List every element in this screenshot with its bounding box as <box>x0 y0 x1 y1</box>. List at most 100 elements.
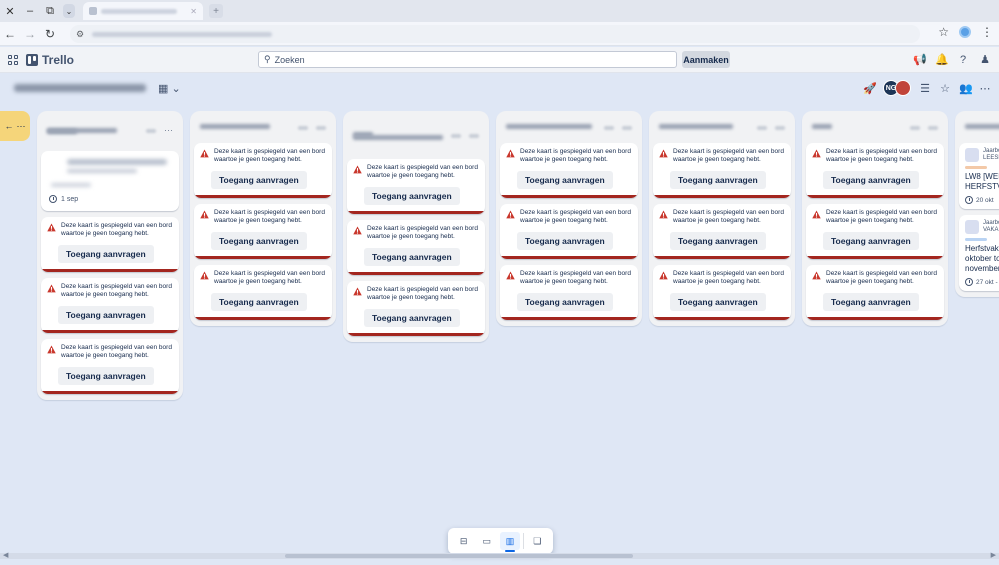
scroll-left-icon[interactable]: ◀ <box>3 551 8 559</box>
address-bar[interactable]: ⚙ <box>70 25 920 43</box>
list-title-redacted[interactable] <box>506 123 592 129</box>
account-icon[interactable]: ♟ <box>979 53 991 66</box>
mirrored-card[interactable]: Deze kaart is gespiegeld van een bord wa… <box>347 220 485 275</box>
mirrored-card[interactable]: Deze kaart is gespiegeld van een bord wa… <box>194 143 332 198</box>
mirror-message: Deze kaart is gespiegeld van een bord wa… <box>214 270 325 285</box>
request-access-button[interactable]: Toegang aanvragen <box>823 232 919 250</box>
request-access-button[interactable]: Toegang aanvragen <box>670 232 766 250</box>
help-icon[interactable]: ? <box>957 54 969 66</box>
request-access-button[interactable]: Toegang aanvragen <box>517 293 613 311</box>
create-button[interactable]: Aanmaken <box>682 51 730 68</box>
request-access-button[interactable]: Toegang aanvragen <box>364 187 460 205</box>
list-title-redacted[interactable] <box>965 123 999 129</box>
app-switcher-icon[interactable] <box>8 54 18 65</box>
card-thumbnail <box>965 148 979 162</box>
warning-icon <box>659 271 668 280</box>
collapsed-list[interactable]: ← ⋯ <box>0 111 30 141</box>
list-column[interactable]: Deze kaart is gespiegeld van een bord wa… <box>802 111 948 326</box>
board-title-redacted[interactable] <box>14 84 146 92</box>
mirrored-card[interactable]: Deze kaart is gespiegeld van een bord wa… <box>194 204 332 259</box>
mirrored-card[interactable]: Deze kaart is gespiegeld van een bord wa… <box>653 204 791 259</box>
scrollbar-thumb[interactable] <box>285 554 633 558</box>
board-view-icon[interactable]: ▥ <box>499 532 520 552</box>
browser-tab-active[interactable]: ✕ <box>83 2 203 20</box>
bookmark-star-icon[interactable]: ☆ <box>938 25 949 39</box>
window-restore-icon[interactable]: ⧉ <box>41 2 59 20</box>
trello-logo[interactable]: Trello <box>26 53 74 67</box>
tab-search-icon[interactable]: ⌄ <box>63 4 75 18</box>
list-column[interactable]: ⋯ 1 sep Deze kaart is gespiegeld van een… <box>37 111 183 400</box>
card[interactable]: 1 sep <box>41 151 179 211</box>
board-menu-icon[interactable]: ⋯ <box>979 82 991 95</box>
mirrored-card[interactable]: Deze kaart is gespiegeld van een bord wa… <box>500 265 638 320</box>
request-access-button[interactable]: Toegang aanvragen <box>670 293 766 311</box>
search-placeholder: Zoeken <box>274 54 305 65</box>
request-access-button[interactable]: Toegang aanvragen <box>364 309 460 327</box>
mirrored-card[interactable]: Deze kaart is gespiegeld van een bord wa… <box>347 159 485 214</box>
request-access-button[interactable]: Toegang aanvragen <box>211 232 307 250</box>
mirrored-card[interactable]: Deze kaart is gespiegeld van een bord wa… <box>41 278 179 333</box>
site-info-icon[interactable]: ⚙ <box>76 29 84 40</box>
horizontal-scrollbar[interactable]: ◀ ▶ <box>0 551 999 559</box>
request-access-button[interactable]: Toegang aanvragen <box>211 171 307 189</box>
scroll-right-icon[interactable]: ▶ <box>991 551 996 559</box>
request-access-button[interactable]: Toegang aanvragen <box>823 171 919 189</box>
browser-menu-icon[interactable]: ⋮ <box>981 25 993 39</box>
card-title: Herfstvak oktober to november <box>965 244 999 273</box>
request-access-button[interactable]: Toegang aanvragen <box>58 367 154 385</box>
list-column[interactable]: Deze kaart is gespiegeld van een bord wa… <box>496 111 642 326</box>
request-access-button[interactable]: Toegang aanvragen <box>58 245 154 263</box>
list-column[interactable]: Jaarbo LEESP LW8 [WEE HERFSTVA 20 okt Ja… <box>955 111 999 297</box>
filter-icon[interactable]: ☰ <box>919 82 931 95</box>
request-access-button[interactable]: Toegang aanvragen <box>58 306 154 324</box>
window-close-icon[interactable]: ✕ <box>1 2 19 20</box>
list-menu-icon[interactable]: ⋯ <box>17 121 26 132</box>
list-column[interactable]: Deze kaart is gespiegeld van een bord wa… <box>649 111 795 326</box>
board-view-switcher[interactable]: ▦ ⌄ <box>158 82 181 95</box>
card[interactable]: Jaarbo LEESP LW8 [WEE HERFSTVA 20 okt <box>959 143 999 209</box>
request-access-button[interactable]: Toegang aanvragen <box>211 293 307 311</box>
mirrored-card[interactable]: Deze kaart is gespiegeld van een bord wa… <box>500 143 638 198</box>
search-input[interactable]: ⚲ Zoeken <box>258 51 677 68</box>
mirrored-card[interactable]: Deze kaart is gespiegeld van een bord wa… <box>806 143 944 198</box>
inbox-view-icon[interactable]: ⊟ <box>454 532 474 550</box>
power-ups-icon[interactable]: 🚀 <box>863 82 877 95</box>
new-tab-button[interactable]: + <box>209 4 223 18</box>
star-board-icon[interactable]: ☆ <box>939 82 951 95</box>
forward-icon[interactable]: → <box>20 27 40 41</box>
request-access-button[interactable]: Toegang aanvragen <box>670 171 766 189</box>
request-access-button[interactable]: Toegang aanvragen <box>517 171 613 189</box>
mirrored-card[interactable]: Deze kaart is gespiegeld van een bord wa… <box>347 281 485 336</box>
reload-icon[interactable]: ↻ <box>40 27 60 41</box>
list-title-redacted[interactable] <box>659 123 733 129</box>
list-column[interactable]: Deze kaart is gespiegeld van een bord wa… <box>343 111 489 342</box>
mirrored-card[interactable]: Deze kaart is gespiegeld van een bord wa… <box>500 204 638 259</box>
request-access-button[interactable]: Toegang aanvragen <box>823 293 919 311</box>
list-column[interactable]: Deze kaart is gespiegeld van een bord wa… <box>190 111 336 326</box>
switch-boards-icon[interactable]: ❏ <box>527 532 547 550</box>
list-menu-icon[interactable]: ⋯ <box>164 125 173 136</box>
tab-close-icon[interactable]: ✕ <box>190 7 197 16</box>
list-title-redacted[interactable] <box>200 123 270 129</box>
mirrored-card[interactable]: Deze kaart is gespiegeld van een bord wa… <box>806 265 944 320</box>
mirrored-card[interactable]: Deze kaart is gespiegeld van een bord wa… <box>41 339 179 394</box>
mirrored-card[interactable]: Deze kaart is gespiegeld van een bord wa… <box>653 265 791 320</box>
notifications-bell-icon[interactable]: 🔔 <box>935 53 949 66</box>
mirrored-card[interactable]: Deze kaart is gespiegeld van een bord wa… <box>41 217 179 272</box>
board-members[interactable]: NG <box>883 80 911 96</box>
window-minimize-icon[interactable]: – <box>21 2 39 20</box>
share-icon[interactable]: 👥 <box>959 82 973 95</box>
warning-icon <box>200 149 209 158</box>
request-access-button[interactable]: Toegang aanvragen <box>364 248 460 266</box>
megaphone-icon[interactable]: 📢 <box>913 53 927 66</box>
mirrored-card[interactable]: Deze kaart is gespiegeld van een bord wa… <box>194 265 332 320</box>
card[interactable]: Jaarbo VAKAN Herfstvak oktober to novemb… <box>959 215 999 291</box>
list-title-redacted[interactable] <box>812 123 832 129</box>
planner-view-icon[interactable]: ▭ <box>477 532 497 550</box>
back-icon[interactable]: ← <box>0 27 20 41</box>
mirrored-card[interactable]: Deze kaart is gespiegeld van een bord wa… <box>653 143 791 198</box>
mirrored-card[interactable]: Deze kaart is gespiegeld van een bord wa… <box>806 204 944 259</box>
member-avatar-image[interactable] <box>895 80 911 96</box>
request-access-button[interactable]: Toegang aanvragen <box>517 232 613 250</box>
profile-avatar-icon[interactable] <box>959 26 971 38</box>
